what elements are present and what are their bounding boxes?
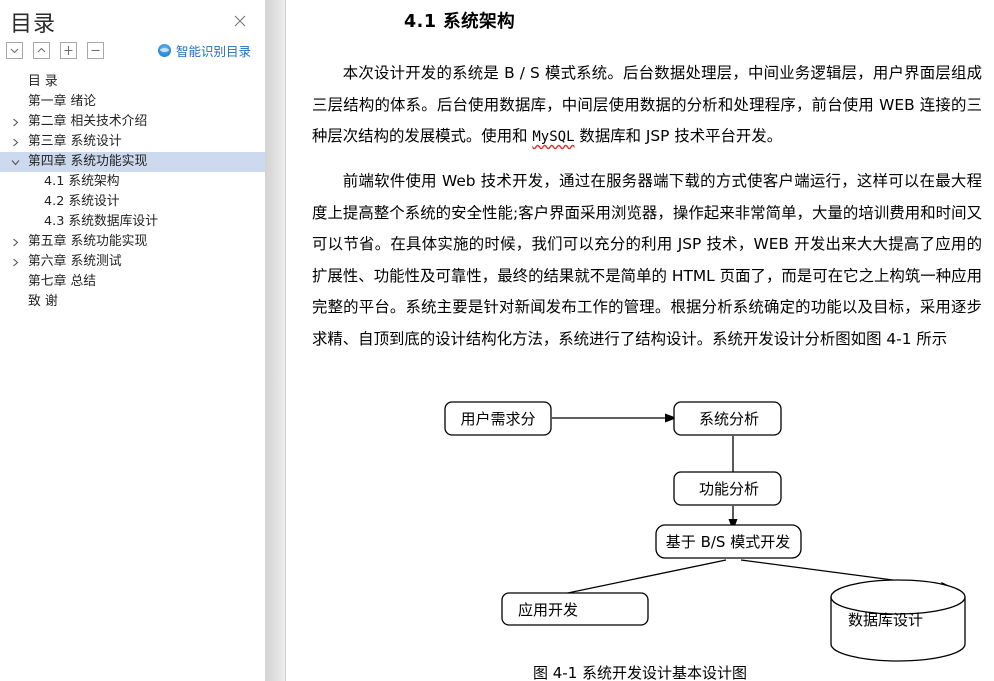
paragraph-2: 前端软件使用 Web 技术开发，通过在服务器端下载的方式使客户端运行，这样可以在… bbox=[312, 172, 982, 348]
flow-node-n6-label: 数据库设计 bbox=[848, 611, 923, 629]
panel-splitter[interactable] bbox=[265, 0, 285, 681]
application-window: 目录 智能识别目录 目 录 第一章 绪论 第二章 相关技术介绍 第三章 系统设计… bbox=[0, 0, 994, 681]
page-title: 目录 bbox=[10, 12, 57, 37]
toc-item[interactable]: 致 谢 bbox=[0, 292, 265, 312]
chevron-right-icon[interactable] bbox=[11, 112, 23, 132]
toc-item[interactable]: 第四章 系统功能实现 bbox=[0, 152, 265, 172]
toc-panel: 目录 智能识别目录 目 录 第一章 绪论 第二章 相关技术介绍 第三章 系统设计… bbox=[0, 0, 265, 681]
toc-item-label: 第七章 总结 bbox=[28, 274, 97, 289]
toc-header: 目录 bbox=[0, 0, 265, 40]
paragraph-1-part-b: 数据库和 JSP 技术平台开发。 bbox=[574, 127, 783, 145]
toc-item[interactable]: 第五章 系统功能实现 bbox=[0, 232, 265, 252]
chevron-right-icon[interactable] bbox=[11, 132, 23, 152]
toc-item-label: 4.3 系统数据库设计 bbox=[44, 214, 158, 229]
toc-item-label: 第四章 系统功能实现 bbox=[28, 154, 148, 169]
document-viewport[interactable]: 4.1 系统架构 本次设计开发的系统是 B / S 模式系统。后台数据处理层，中… bbox=[286, 0, 994, 681]
figure-caption: 图 4-1 系统开发设计基本设计图 bbox=[532, 664, 748, 681]
flow-node-n5: 应用开发 bbox=[501, 592, 649, 626]
document-page: 4.1 系统架构 本次设计开发的系统是 B / S 模式系统。后台数据处理层，中… bbox=[286, 0, 994, 681]
toc-item[interactable]: 第七章 总结 bbox=[0, 272, 265, 292]
toc-item[interactable]: 4.3 系统数据库设计 bbox=[0, 212, 265, 232]
chevron-down-icon[interactable] bbox=[11, 152, 23, 172]
smart-recognize-toc-button[interactable]: 智能识别目录 bbox=[157, 40, 251, 60]
flow-node-n5-label: 应用开发 bbox=[518, 601, 578, 619]
flow-node-n2-label: 系统分析 bbox=[699, 410, 759, 428]
toc-item[interactable]: 目 录 bbox=[0, 72, 265, 92]
smart-recognize-icon bbox=[157, 43, 171, 57]
toc-item[interactable]: 4.2 系统设计 bbox=[0, 192, 265, 212]
increase-level-button[interactable] bbox=[60, 42, 77, 59]
toc-item[interactable]: 第三章 系统设计 bbox=[0, 132, 265, 152]
flow-node-n4: 基于 B/S 模式开发 bbox=[655, 524, 802, 559]
expand-all-button[interactable] bbox=[33, 42, 50, 59]
toc-item[interactable]: 4.1 系统架构 bbox=[0, 172, 265, 192]
decrease-level-button[interactable] bbox=[87, 42, 104, 59]
toc-item-label: 4.2 系统设计 bbox=[44, 194, 120, 209]
toc-item-label: 目 录 bbox=[28, 74, 58, 89]
chevron-right-icon[interactable] bbox=[11, 232, 23, 252]
toc-item-label: 第六章 系统测试 bbox=[28, 254, 122, 269]
smart-recognize-label: 智能识别目录 bbox=[175, 43, 251, 59]
toc-tree: 目 录第一章 绪论第二章 相关技术介绍 第三章 系统设计第四章 系统功能实现 4.1… bbox=[0, 72, 265, 312]
flow-node-n1-label: 用户需求分 bbox=[460, 410, 535, 428]
chevron-right-icon[interactable] bbox=[11, 252, 23, 272]
flow-node-n6: 数据库设计 bbox=[830, 579, 966, 662]
close-icon[interactable] bbox=[231, 12, 249, 30]
figure-edges bbox=[514, 417, 947, 605]
toc-item-label: 第五章 系统功能实现 bbox=[28, 234, 148, 249]
flow-node-n1: 用户需求分 bbox=[444, 401, 552, 436]
flow-node-n2: 系统分析 bbox=[673, 401, 782, 436]
toc-item[interactable]: 第二章 相关技术介绍 bbox=[0, 112, 265, 132]
toc-item-label: 第二章 相关技术介绍 bbox=[28, 114, 148, 129]
toc-item[interactable]: 第一章 绪论 bbox=[0, 92, 265, 112]
paragraph-1: 本次设计开发的系统是 B / S 模式系统。后台数据处理层，中间业务逻辑层，用户… bbox=[312, 58, 982, 154]
toc-toolbar: 智能识别目录 bbox=[0, 40, 265, 68]
toc-item-label: 4.1 系统架构 bbox=[44, 174, 120, 189]
toc-item[interactable]: 第六章 系统测试 bbox=[0, 252, 265, 272]
collapse-all-button[interactable] bbox=[6, 42, 23, 59]
misspelled-word: MySQL bbox=[532, 129, 575, 145]
section-heading: 4.1 系统架构 bbox=[404, 12, 516, 32]
figure-4-1: 用户需求分 系统分析 功能分析 基于 B/S 模式开发 应用开发 数据库设计 bbox=[286, 382, 994, 681]
toc-item-label: 第一章 绪论 bbox=[28, 94, 97, 109]
toc-item-label: 第三章 系统设计 bbox=[28, 134, 122, 149]
flow-node-n3: 功能分析 bbox=[673, 471, 782, 506]
flow-node-n3-label: 功能分析 bbox=[699, 480, 759, 498]
flow-node-n4-label: 基于 B/S 模式开发 bbox=[666, 533, 790, 551]
toc-item-label: 致 谢 bbox=[28, 294, 58, 309]
